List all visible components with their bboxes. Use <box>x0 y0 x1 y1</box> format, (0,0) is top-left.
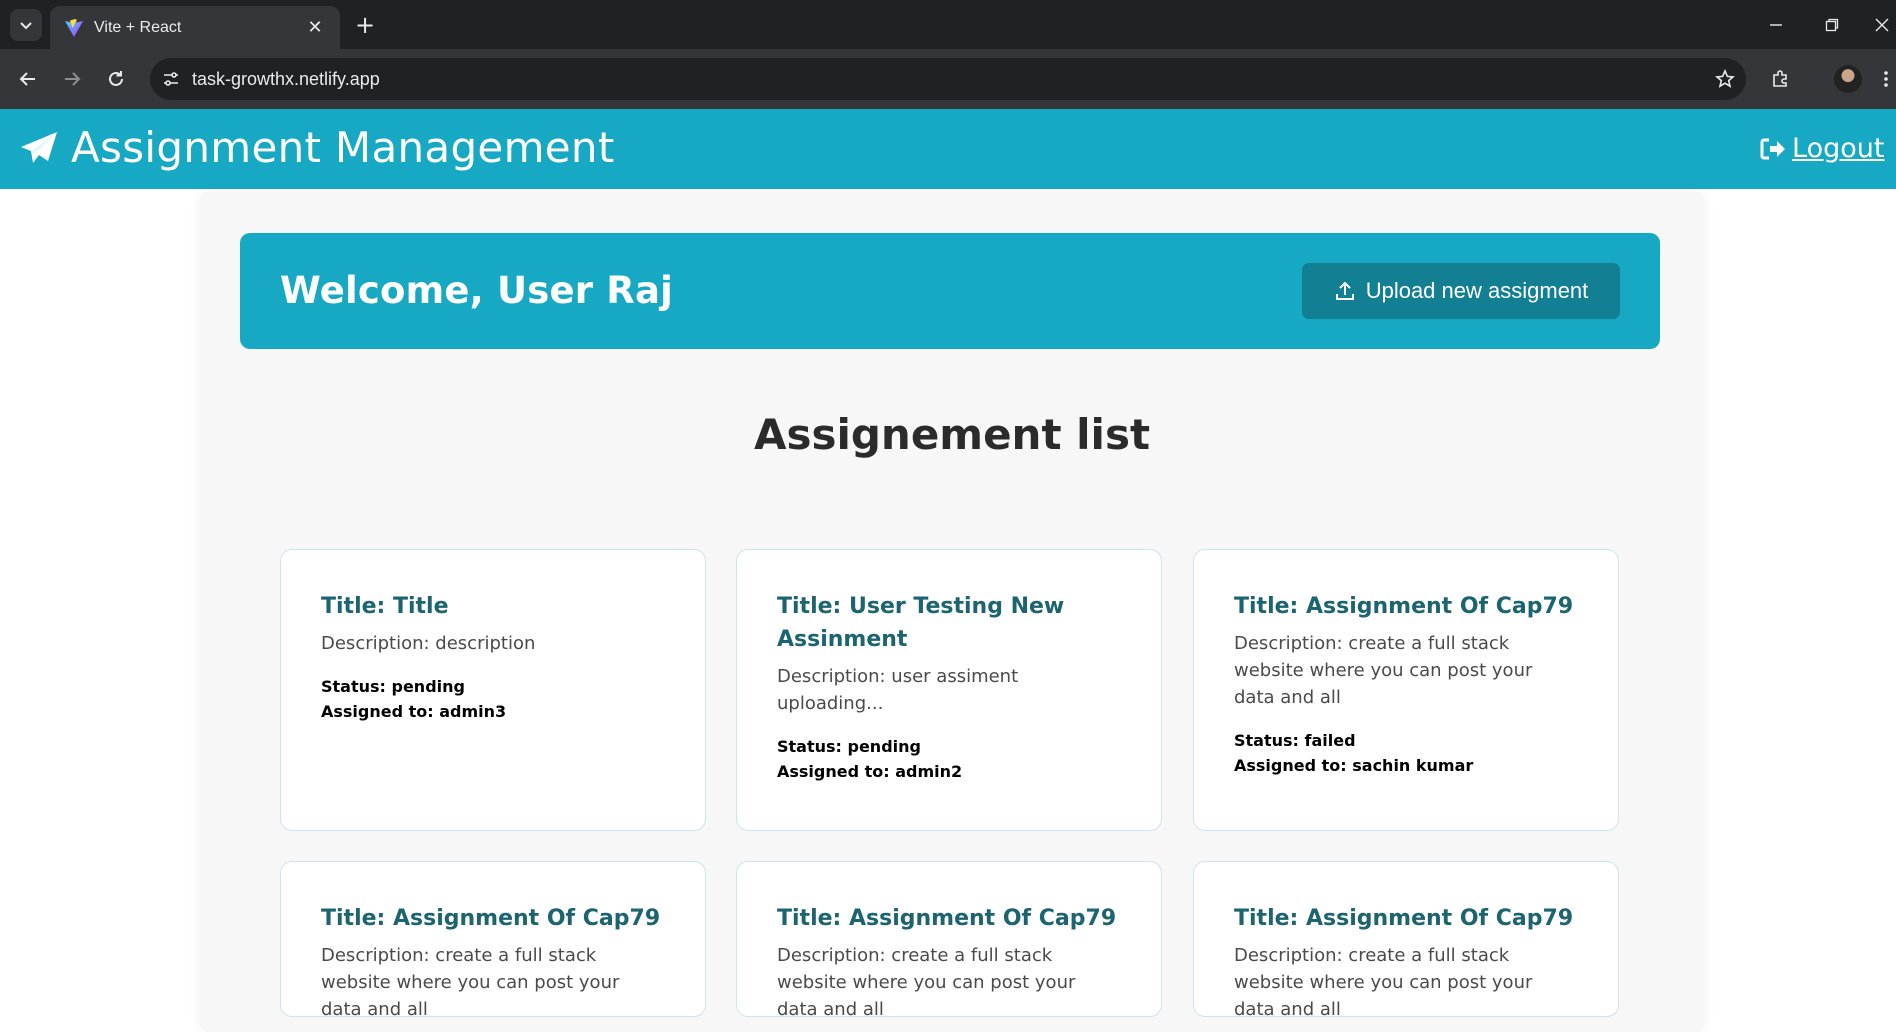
plus-icon[interactable]: + <box>352 11 378 39</box>
app-title: Assignment Management <box>71 123 615 172</box>
tab-title: Vite + React <box>94 18 182 36</box>
logout-label[interactable]: Logout <box>1792 133 1884 164</box>
star-icon[interactable] <box>1704 58 1746 100</box>
minimize-icon[interactable] <box>1762 12 1790 38</box>
reload-icon[interactable] <box>100 63 132 95</box>
card-status: Status: failed <box>1234 731 1356 750</box>
browser-tabstrip: Vite + React ✕ + <box>0 0 1896 49</box>
assignment-list-title: Assignement list <box>753 410 1151 459</box>
assignment-card[interactable]: Title: Title Description: description St… <box>280 549 706 831</box>
chevron-down-icon[interactable] <box>10 9 42 41</box>
card-description: Description: create a full stack website… <box>1234 945 1533 1017</box>
card-status: Status: pending <box>777 737 921 756</box>
address-bar[interactable]: task-growthx.netlify.app <box>150 58 1746 100</box>
welcome-banner: Welcome, User Raj Upload new assigment <box>240 233 1660 349</box>
puzzle-icon[interactable] <box>1764 63 1796 95</box>
welcome-text: Welcome, User Raj <box>280 269 674 312</box>
assignment-card[interactable]: Title: User Testing New Assinment Descri… <box>736 549 1162 831</box>
vite-logo-icon <box>65 18 83 37</box>
card-title: Title: User Testing New Assinment <box>777 594 1065 652</box>
close-icon[interactable]: ✕ <box>304 17 326 38</box>
card-title: Title: Assignment Of Cap79 <box>777 906 1117 931</box>
assignment-card[interactable]: Title: Assignment Of Cap79 Description: … <box>1193 861 1619 1017</box>
card-assigned-to: Assigned to: sachin kumar <box>1234 756 1474 775</box>
upload-assignment-button[interactable]: Upload new assigment <box>1302 263 1620 319</box>
card-title: Title: Assignment Of Cap79 <box>1234 906 1574 931</box>
browser-tab[interactable]: Vite + React ✕ <box>50 6 340 49</box>
tune-icon[interactable] <box>150 58 192 100</box>
paper-plane-icon <box>21 132 57 163</box>
card-description: Description: description <box>321 633 536 654</box>
app-header: Assignment Management Logout <box>0 109 1896 189</box>
avatar[interactable] <box>1834 65 1862 93</box>
logout-link[interactable]: Logout <box>1760 133 1884 164</box>
assignment-card[interactable]: Title: Assignment Of Cap79 Description: … <box>1193 549 1619 831</box>
kebab-menu-icon[interactable] <box>1876 63 1896 95</box>
assignment-card[interactable]: Title: Assignment Of Cap79 Description: … <box>280 861 706 1017</box>
upload-icon <box>1335 281 1354 300</box>
card-title: Title: Assignment Of Cap79 <box>1234 594 1574 619</box>
sign-out-icon <box>1760 138 1785 159</box>
card-assigned-to: Assigned to: admin3 <box>321 702 507 721</box>
close-window-icon[interactable] <box>1868 12 1896 38</box>
card-description: Description: user assiment uploading... <box>777 666 1019 714</box>
arrow-left-icon[interactable] <box>12 63 44 95</box>
card-description: Description: create a full stack website… <box>1234 633 1533 708</box>
card-description: Description: create a full stack website… <box>777 945 1076 1017</box>
url-text[interactable]: task-growthx.netlify.app <box>192 69 1704 90</box>
card-assigned-to: Assigned to: admin2 <box>777 762 963 781</box>
restore-icon[interactable] <box>1818 12 1846 38</box>
card-status: Status: pending <box>321 677 465 696</box>
upload-button-label: Upload new assigment <box>1365 278 1589 303</box>
assignment-card[interactable]: Title: Assignment Of Cap79 Description: … <box>736 861 1162 1017</box>
card-title: Title: Title <box>321 594 449 619</box>
browser-toolbar: task-growthx.netlify.app <box>0 49 1896 109</box>
card-title: Title: Assignment Of Cap79 <box>321 906 661 931</box>
arrow-right-icon[interactable] <box>56 63 88 95</box>
card-description: Description: create a full stack website… <box>321 945 620 1017</box>
